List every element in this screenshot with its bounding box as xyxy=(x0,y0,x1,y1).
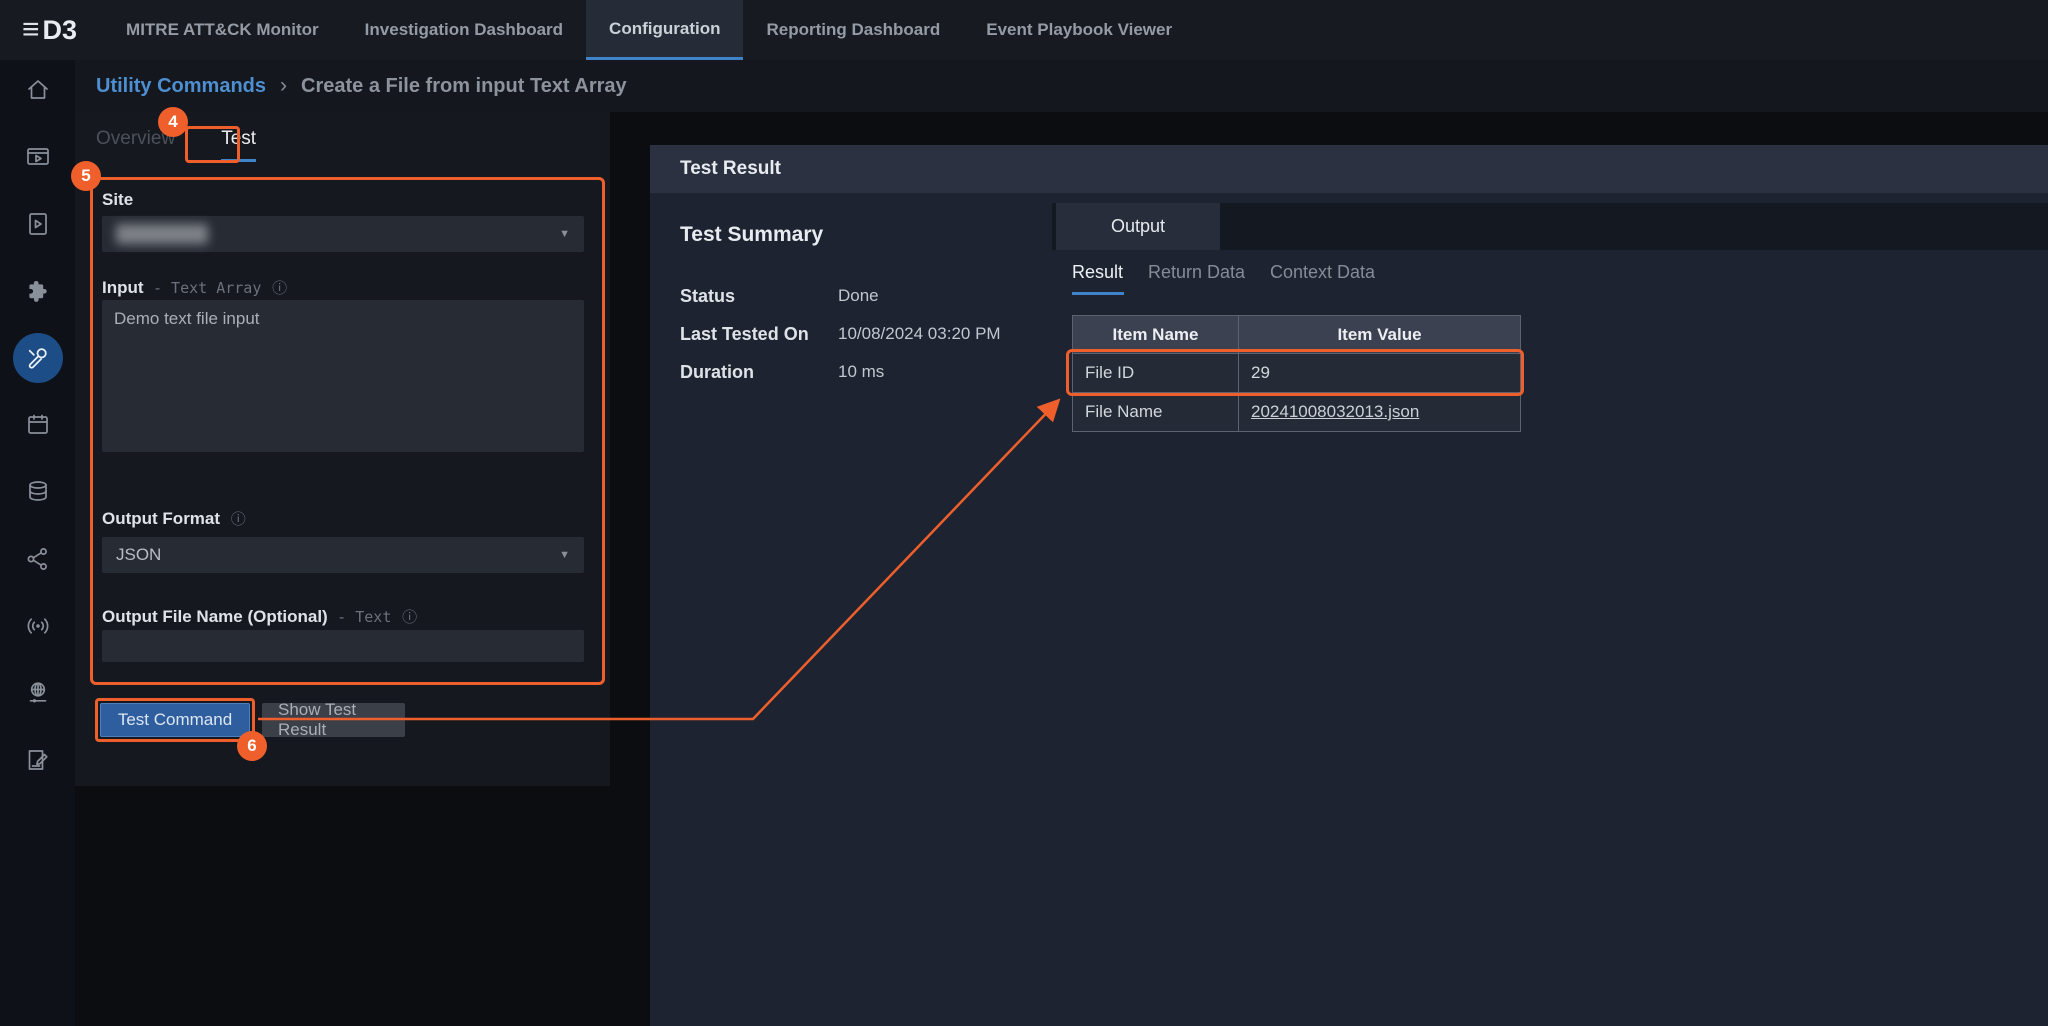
summary-row-last-tested: Last Tested On 10/08/2024 03:20 PM xyxy=(680,324,1040,345)
input-textarea[interactable]: Demo text file input xyxy=(102,300,584,452)
show-test-result-button[interactable]: Show Test Result xyxy=(262,703,405,737)
top-nav: ≡ D3 MITRE ATT&CK Monitor Investigation … xyxy=(0,0,2048,60)
table-row: File Name 20241008032013.json xyxy=(1073,393,1521,432)
test-result-header: Test Result xyxy=(650,145,2048,193)
command-test-panel: Overview Test Site ▼ Input - Text Array … xyxy=(75,112,610,786)
nav-reporting-dashboard[interactable]: Reporting Dashboard xyxy=(743,0,963,60)
page-title: Create a File from input Text Array xyxy=(301,75,627,98)
output-format-info-icon[interactable]: ⓘ xyxy=(231,511,246,528)
site-value-redacted xyxy=(116,224,208,244)
breadcrumb: Utility Commands › Create a File from in… xyxy=(75,60,2048,112)
nav-configuration[interactable]: Configuration xyxy=(586,0,743,60)
tab-output[interactable]: Output xyxy=(1056,203,1220,250)
audit-log-icon[interactable] xyxy=(24,746,52,774)
table-row: File ID 29 xyxy=(1073,354,1521,393)
app-root: ≡ D3 MITRE ATT&CK Monitor Investigation … xyxy=(0,0,2048,1026)
broadcast-icon[interactable] xyxy=(24,612,52,640)
output-tab-strip: Output xyxy=(1052,203,2048,250)
input-type-hint: - Text Array xyxy=(153,279,261,297)
output-file-type-hint: - Text xyxy=(337,608,391,626)
last-tested-value: 10/08/2024 03:20 PM xyxy=(838,324,1001,345)
geo-globe-icon[interactable] xyxy=(24,679,52,707)
output-format-value: JSON xyxy=(116,545,161,565)
breadcrumb-separator-icon: › xyxy=(280,74,287,98)
home-icon[interactable] xyxy=(24,76,52,104)
site-label: Site xyxy=(102,190,133,210)
chevron-down-icon: ▼ xyxy=(559,549,570,561)
command-tabs: Overview Test xyxy=(96,128,256,162)
subtab-return-data[interactable]: Return Data xyxy=(1148,262,1245,283)
output-format-label: Output Format ⓘ xyxy=(102,508,246,529)
d3-logo-icon: ≡ xyxy=(22,13,40,47)
output-file-name-label: Output File Name (Optional) - Text ⓘ xyxy=(102,606,417,627)
tab-test[interactable]: Test xyxy=(221,128,256,162)
playbook-monitor-icon[interactable] xyxy=(24,143,52,171)
col-item-name: Item Name xyxy=(1073,316,1239,354)
input-info-icon[interactable]: ⓘ xyxy=(272,280,287,297)
tab-overview[interactable]: Overview xyxy=(96,128,175,162)
result-table: Item Name Item Value File ID 29 File Nam… xyxy=(1072,315,1521,432)
output-file-info-icon[interactable]: ⓘ xyxy=(402,609,417,626)
integrations-puzzle-icon[interactable] xyxy=(24,277,52,305)
d3-logo[interactable]: ≡ D3 xyxy=(0,0,103,60)
nav-event-playbook-viewer[interactable]: Event Playbook Viewer xyxy=(963,0,1195,60)
file-name-name-cell: File Name xyxy=(1073,393,1239,432)
duration-value: 10 ms xyxy=(838,362,884,383)
test-command-button[interactable]: Test Command xyxy=(100,703,250,737)
share-nodes-icon[interactable] xyxy=(24,545,52,573)
test-actions: Test Command Show Test Result xyxy=(100,703,405,737)
subtab-result[interactable]: Result xyxy=(1072,262,1123,283)
subtab-result-underline xyxy=(1072,292,1124,295)
output-file-name-input[interactable] xyxy=(102,630,584,662)
summary-row-duration: Duration 10 ms xyxy=(680,362,1040,383)
test-result-panel: Test Result Test Summary Status Done Las… xyxy=(650,145,2048,1026)
schedule-calendar-icon[interactable] xyxy=(24,411,52,439)
nav-mitre-attack-monitor[interactable]: MITRE ATT&CK Monitor xyxy=(103,0,342,60)
subtab-context-data[interactable]: Context Data xyxy=(1270,262,1375,283)
output-format-select[interactable]: JSON ▼ xyxy=(102,537,584,573)
input-label: Input - Text Array ⓘ xyxy=(102,277,287,298)
test-summary-title: Test Summary xyxy=(680,223,823,247)
chevron-down-icon: ▼ xyxy=(559,228,570,240)
d3-logo-text: D3 xyxy=(43,15,78,46)
file-name-value-cell: 20241008032013.json xyxy=(1239,393,1521,432)
media-file-icon[interactable] xyxy=(24,210,52,238)
file-id-name-cell: File ID xyxy=(1073,354,1239,393)
sidebar xyxy=(0,60,75,1026)
database-icon[interactable] xyxy=(24,478,52,506)
site-select[interactable]: ▼ xyxy=(102,216,584,252)
file-id-value-cell: 29 xyxy=(1239,354,1521,393)
status-value: Done xyxy=(838,286,879,307)
col-item-value: Item Value xyxy=(1239,316,1521,354)
table-header-row: Item Name Item Value xyxy=(1073,316,1521,354)
summary-row-status: Status Done xyxy=(680,286,1040,307)
breadcrumb-utility-commands[interactable]: Utility Commands xyxy=(96,75,266,98)
utility-commands-tools-icon[interactable] xyxy=(13,333,63,383)
nav-investigation-dashboard[interactable]: Investigation Dashboard xyxy=(342,0,586,60)
file-name-link[interactable]: 20241008032013.json xyxy=(1251,402,1419,421)
